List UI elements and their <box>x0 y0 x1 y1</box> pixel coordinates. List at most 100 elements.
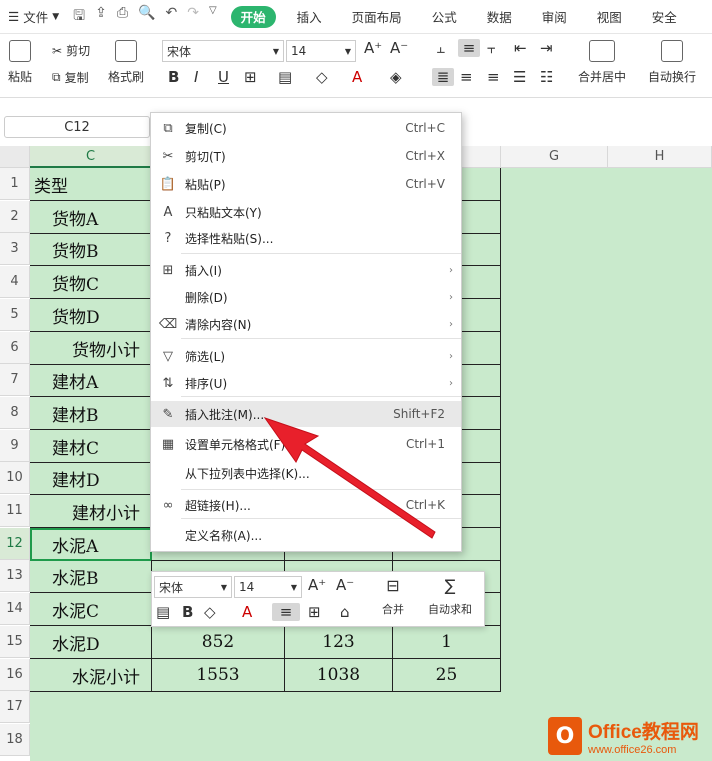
format-painter-button[interactable]: 格式刷 <box>108 40 144 85</box>
mini-increase-font-icon[interactable]: A⁺ <box>308 576 326 594</box>
context-menu-item[interactable]: 📋 粘贴(P) Ctrl+V <box>151 171 461 197</box>
table-cell[interactable]: 货物B <box>30 233 152 266</box>
table-cell[interactable]: 货物D <box>30 299 152 332</box>
mini-merge-button[interactable]: ⊟ 合并 <box>372 576 414 617</box>
mini-bold-icon[interactable]: B <box>182 603 193 621</box>
table-cell[interactable]: 123 <box>285 626 393 659</box>
context-menu-item[interactable]: ⧉ 复制(C) Ctrl+C <box>151 115 461 141</box>
row-header[interactable]: 3 <box>0 233 30 265</box>
context-menu-item[interactable]: ⇅ 排序(U) › <box>151 370 461 396</box>
context-menu-item[interactable]: ? 选择性粘贴(S)... <box>151 225 461 251</box>
file-menu[interactable]: ☰ 文件 ▼ <box>0 0 65 34</box>
row-header[interactable]: 10 <box>0 462 30 494</box>
row-header[interactable]: 14 <box>0 593 30 625</box>
align-middle-icon[interactable]: ≡ <box>458 39 480 57</box>
cut-button[interactable]: ✂ 剪切 <box>52 42 90 59</box>
bold-icon[interactable]: B <box>168 68 179 86</box>
tab-insert[interactable]: 插入 <box>282 0 337 34</box>
tab-formula[interactable]: 公式 <box>417 0 472 34</box>
row-header[interactable]: 6 <box>0 332 30 364</box>
font-name-select[interactable]: 宋体 ▼ <box>162 40 284 62</box>
tab-security[interactable]: 安全 <box>637 0 692 34</box>
name-box[interactable]: C12 <box>4 116 150 138</box>
table-cell[interactable]: 852 <box>152 626 285 659</box>
tab-review[interactable]: 审阅 <box>527 0 582 34</box>
table-cell[interactable]: 建材A <box>30 364 152 397</box>
table-cell[interactable]: 货物C <box>30 266 152 299</box>
row-header[interactable]: 8 <box>0 397 30 429</box>
table-cell[interactable]: 建材B <box>30 397 152 430</box>
row-header[interactable]: 9 <box>0 430 30 462</box>
tab-data[interactable]: 数据 <box>472 0 527 34</box>
save-icon[interactable]: 🖫 <box>73 5 85 29</box>
export-icon[interactable]: ⇪ <box>95 5 107 29</box>
table-cell[interactable]: 建材C <box>30 430 152 463</box>
align-center-icon[interactable]: ≡ <box>460 68 473 86</box>
clear-format-icon[interactable]: ◈ <box>390 68 402 86</box>
context-menu-item[interactable]: ∞ 超链接(H)... Ctrl+K <box>151 492 461 518</box>
undo-icon[interactable]: ↶ <box>165 5 177 29</box>
context-menu-item[interactable]: ▦ 设置单元格格式(F)... Ctrl+1 <box>151 431 461 457</box>
distributed-icon[interactable]: ☷ <box>540 68 553 86</box>
underline-icon[interactable]: U <box>218 68 229 86</box>
tab-start[interactable]: 开始 <box>230 5 276 28</box>
table-cell[interactable]: 1553 <box>152 659 285 692</box>
mini-align-center-icon[interactable]: ≡ <box>272 603 300 621</box>
mini-fill-color-icon[interactable]: ◇ <box>204 603 216 621</box>
mini-cell-style-icon[interactable]: ▤ <box>156 603 170 621</box>
paste-button[interactable]: 粘贴 <box>8 40 32 85</box>
decrease-font-icon[interactable]: A⁻ <box>390 39 408 57</box>
row-header[interactable]: 2 <box>0 201 30 233</box>
context-menu-item[interactable]: A 只粘贴文本(Y) <box>151 199 461 225</box>
row-header[interactable]: 7 <box>0 364 30 396</box>
tab-page-layout[interactable]: 页面布局 <box>337 0 417 34</box>
mini-font-size-select[interactable]: 14 ▼ <box>234 576 302 598</box>
increase-font-icon[interactable]: A⁺ <box>364 39 382 57</box>
copy-button[interactable]: ⧉ 复制 <box>52 69 89 86</box>
row-header[interactable]: 15 <box>0 626 30 658</box>
align-left-icon[interactable]: ≣ <box>432 68 454 86</box>
mini-border-icon[interactable]: ⊞ <box>308 603 321 621</box>
print-icon[interactable]: ⎙ <box>117 5 128 29</box>
row-header[interactable]: 4 <box>0 266 30 298</box>
cell-style-icon[interactable]: ▤ <box>278 68 292 86</box>
context-menu-item[interactable]: 定义名称(A)... <box>151 522 461 548</box>
merge-center-button[interactable]: 合并居中 <box>578 40 626 85</box>
table-cell[interactable]: 类型 <box>30 168 152 201</box>
font-color-icon[interactable]: A <box>352 68 362 86</box>
mini-decrease-font-icon[interactable]: A⁻ <box>336 576 354 594</box>
border-icon[interactable]: ⊞ <box>244 68 257 86</box>
fill-color-icon[interactable]: ◇ <box>316 68 328 86</box>
align-top-icon[interactable]: ⫠ <box>436 39 445 57</box>
indent-increase-icon[interactable]: ⇥ <box>540 39 553 57</box>
table-cell[interactable]: 建材小计 <box>30 495 152 528</box>
mini-font-color-icon[interactable]: A <box>242 603 252 621</box>
column-header-c[interactable]: C <box>30 146 152 168</box>
table-cell[interactable]: 水泥A <box>30 528 152 561</box>
table-cell[interactable]: 水泥小计 <box>30 659 152 692</box>
row-header[interactable]: 17 <box>0 691 30 723</box>
italic-icon[interactable]: I <box>194 68 198 86</box>
table-cell[interactable]: 1 <box>393 626 501 659</box>
wrap-text-button[interactable]: 自动换行 <box>648 40 696 85</box>
context-menu-item[interactable]: 删除(D) › <box>151 284 461 310</box>
mini-brush-icon[interactable]: ⌂ <box>340 603 350 621</box>
align-right-icon[interactable]: ≡ <box>487 68 500 86</box>
column-header-g[interactable]: G <box>501 146 608 168</box>
row-header[interactable]: 5 <box>0 299 30 331</box>
table-cell[interactable]: 货物小计 <box>30 332 152 365</box>
indent-decrease-icon[interactable]: ⇤ <box>514 39 527 57</box>
print-preview-icon[interactable]: 🔍 <box>138 5 155 29</box>
mini-autosum-button[interactable]: ∑ 自动求和 <box>418 576 482 617</box>
context-menu-item[interactable]: ✎ 插入批注(M)... Shift+F2 <box>151 401 461 427</box>
redo-icon[interactable]: ↷ <box>187 5 199 29</box>
context-menu-item[interactable]: 从下拉列表中选择(K)... <box>151 460 461 486</box>
row-header[interactable]: 16 <box>0 659 30 691</box>
table-cell[interactable]: 货物A <box>30 201 152 234</box>
context-menu-item[interactable]: ⊞ 插入(I) › <box>151 257 461 283</box>
table-cell[interactable]: 1038 <box>285 659 393 692</box>
table-cell[interactable]: 水泥C <box>30 593 152 626</box>
font-size-select[interactable]: 14 ▼ <box>286 40 356 62</box>
context-menu-item[interactable]: ⌫ 清除内容(N) › <box>151 311 461 337</box>
context-menu-item[interactable]: ▽ 筛选(L) › <box>151 343 461 369</box>
